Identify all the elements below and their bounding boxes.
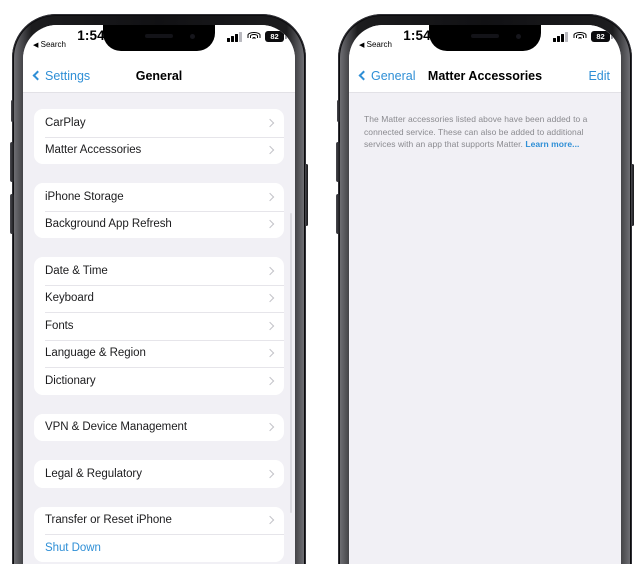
screenshot-stage: 1:54 ◀ Search 82 Settings General CarPla… [0,0,640,564]
settings-group-1: CarPlay Matter Accessories [34,109,284,164]
nav-bar-general: Settings General [23,59,295,93]
chevron-right-icon [265,469,275,478]
chevron-right-icon [265,516,275,525]
front-camera-icon [516,34,521,39]
back-app-label: Search [366,40,392,49]
row-label: Matter Accessories [45,144,142,157]
back-button-general[interactable]: General [358,68,416,83]
chevron-right-icon [265,266,275,275]
chevron-right-icon [265,349,275,358]
row-label: Fonts [45,319,74,332]
footer-note: The Matter accessories listed above have… [349,93,621,151]
list-item[interactable]: Fonts [34,312,284,340]
mute-switch-right[interactable] [336,100,340,122]
chevron-left-icon [358,70,369,81]
settings-group-4: VPN & Device Management [34,413,284,442]
screen-matter-accessories: 1:54 ◀ Search 82 General Matter Accessor… [349,25,621,564]
back-button-label: General [371,68,416,83]
wifi-icon [247,31,260,42]
volume-down-button-right[interactable] [336,194,340,234]
row-label: Language & Region [45,347,146,360]
list-item-shut-down[interactable]: Shut Down [34,534,284,562]
battery-icon: 82 [265,31,284,42]
front-camera-icon [190,34,195,39]
battery-icon: 82 [591,31,610,42]
earpiece-speaker-icon [145,34,173,38]
chevron-right-icon [265,321,275,330]
volume-down-button-left[interactable] [10,194,14,234]
list-item[interactable]: Language & Region [34,339,284,368]
volume-up-button-right[interactable] [336,142,340,182]
chevron-right-icon [265,118,275,127]
row-label: Background App Refresh [45,218,172,231]
notch-left [103,25,215,51]
list-item[interactable]: Matter Accessories [34,136,284,165]
settings-group-6: Transfer or Reset iPhone Shut Down [34,506,284,562]
chevron-right-icon [265,146,275,155]
earpiece-speaker-icon [471,34,499,38]
back-arrow-icon: ◀ [33,42,39,49]
chevron-right-icon [265,220,275,229]
row-label: Shut Down [45,541,101,554]
status-back-to-app[interactable]: ◀ Search [33,40,66,51]
row-label: CarPlay [45,116,86,129]
learn-more-link[interactable]: Learn more... [525,139,579,149]
settings-group-2: iPhone Storage Background App Refresh [34,183,284,238]
nav-bar-matter: General Matter Accessories Edit [349,59,621,93]
settings-group-5: Legal & Regulatory [34,460,284,488]
mute-switch-left[interactable] [10,100,14,122]
status-bar-right-cluster: 82 [553,31,610,42]
chevron-right-icon [265,376,275,385]
chevron-right-icon [265,192,275,201]
list-item[interactable]: Legal & Regulatory [34,460,284,488]
power-button-right[interactable] [630,164,634,226]
row-label: iPhone Storage [45,190,124,203]
back-button-settings[interactable]: Settings [32,68,91,83]
list-item[interactable]: Transfer or Reset iPhone [34,507,284,535]
status-back-to-app[interactable]: ◀ Search [359,40,392,51]
row-label: Transfer or Reset iPhone [45,514,172,527]
status-bar-right-cluster: 82 [227,31,284,42]
matter-accessories-content: The Matter accessories listed above have… [349,93,621,564]
row-label: Dictionary [45,374,96,387]
list-item[interactable]: Date & Time [34,257,284,285]
back-button-label: Settings [45,68,91,83]
back-app-label: Search [40,40,66,49]
notch-right [429,25,541,51]
settings-list-general[interactable]: CarPlay Matter Accessories iPhone Storag… [23,93,295,564]
chevron-right-icon [265,294,275,303]
cellular-bars-icon [553,31,568,42]
cellular-bars-icon [227,31,242,42]
volume-up-button-left[interactable] [10,142,14,182]
screen-general: 1:54 ◀ Search 82 Settings General CarPla… [23,25,295,564]
iphone-device-general: 1:54 ◀ Search 82 Settings General CarPla… [10,14,308,564]
power-button-left[interactable] [304,164,308,226]
iphone-device-matter: 1:54 ◀ Search 82 General Matter Accessor… [336,14,634,564]
edit-button[interactable]: Edit [588,69,610,83]
list-item[interactable]: Background App Refresh [34,210,284,239]
row-label: VPN & Device Management [45,421,188,434]
settings-group-3: Date & Time Keyboard Fonts Language & Re… [34,257,284,395]
wifi-icon [573,31,586,42]
scroll-indicator[interactable] [290,213,292,513]
list-item[interactable]: iPhone Storage [34,183,284,211]
list-item[interactable]: VPN & Device Management [34,414,284,442]
row-label: Legal & Regulatory [45,467,142,480]
list-item[interactable]: CarPlay [34,109,284,137]
list-item[interactable]: Keyboard [34,284,284,313]
chevron-left-icon [32,70,43,81]
chevron-right-icon [265,423,275,432]
row-label: Date & Time [45,264,108,277]
back-arrow-icon: ◀ [359,42,365,49]
row-label: Keyboard [45,292,94,305]
list-item[interactable]: Dictionary [34,367,284,395]
